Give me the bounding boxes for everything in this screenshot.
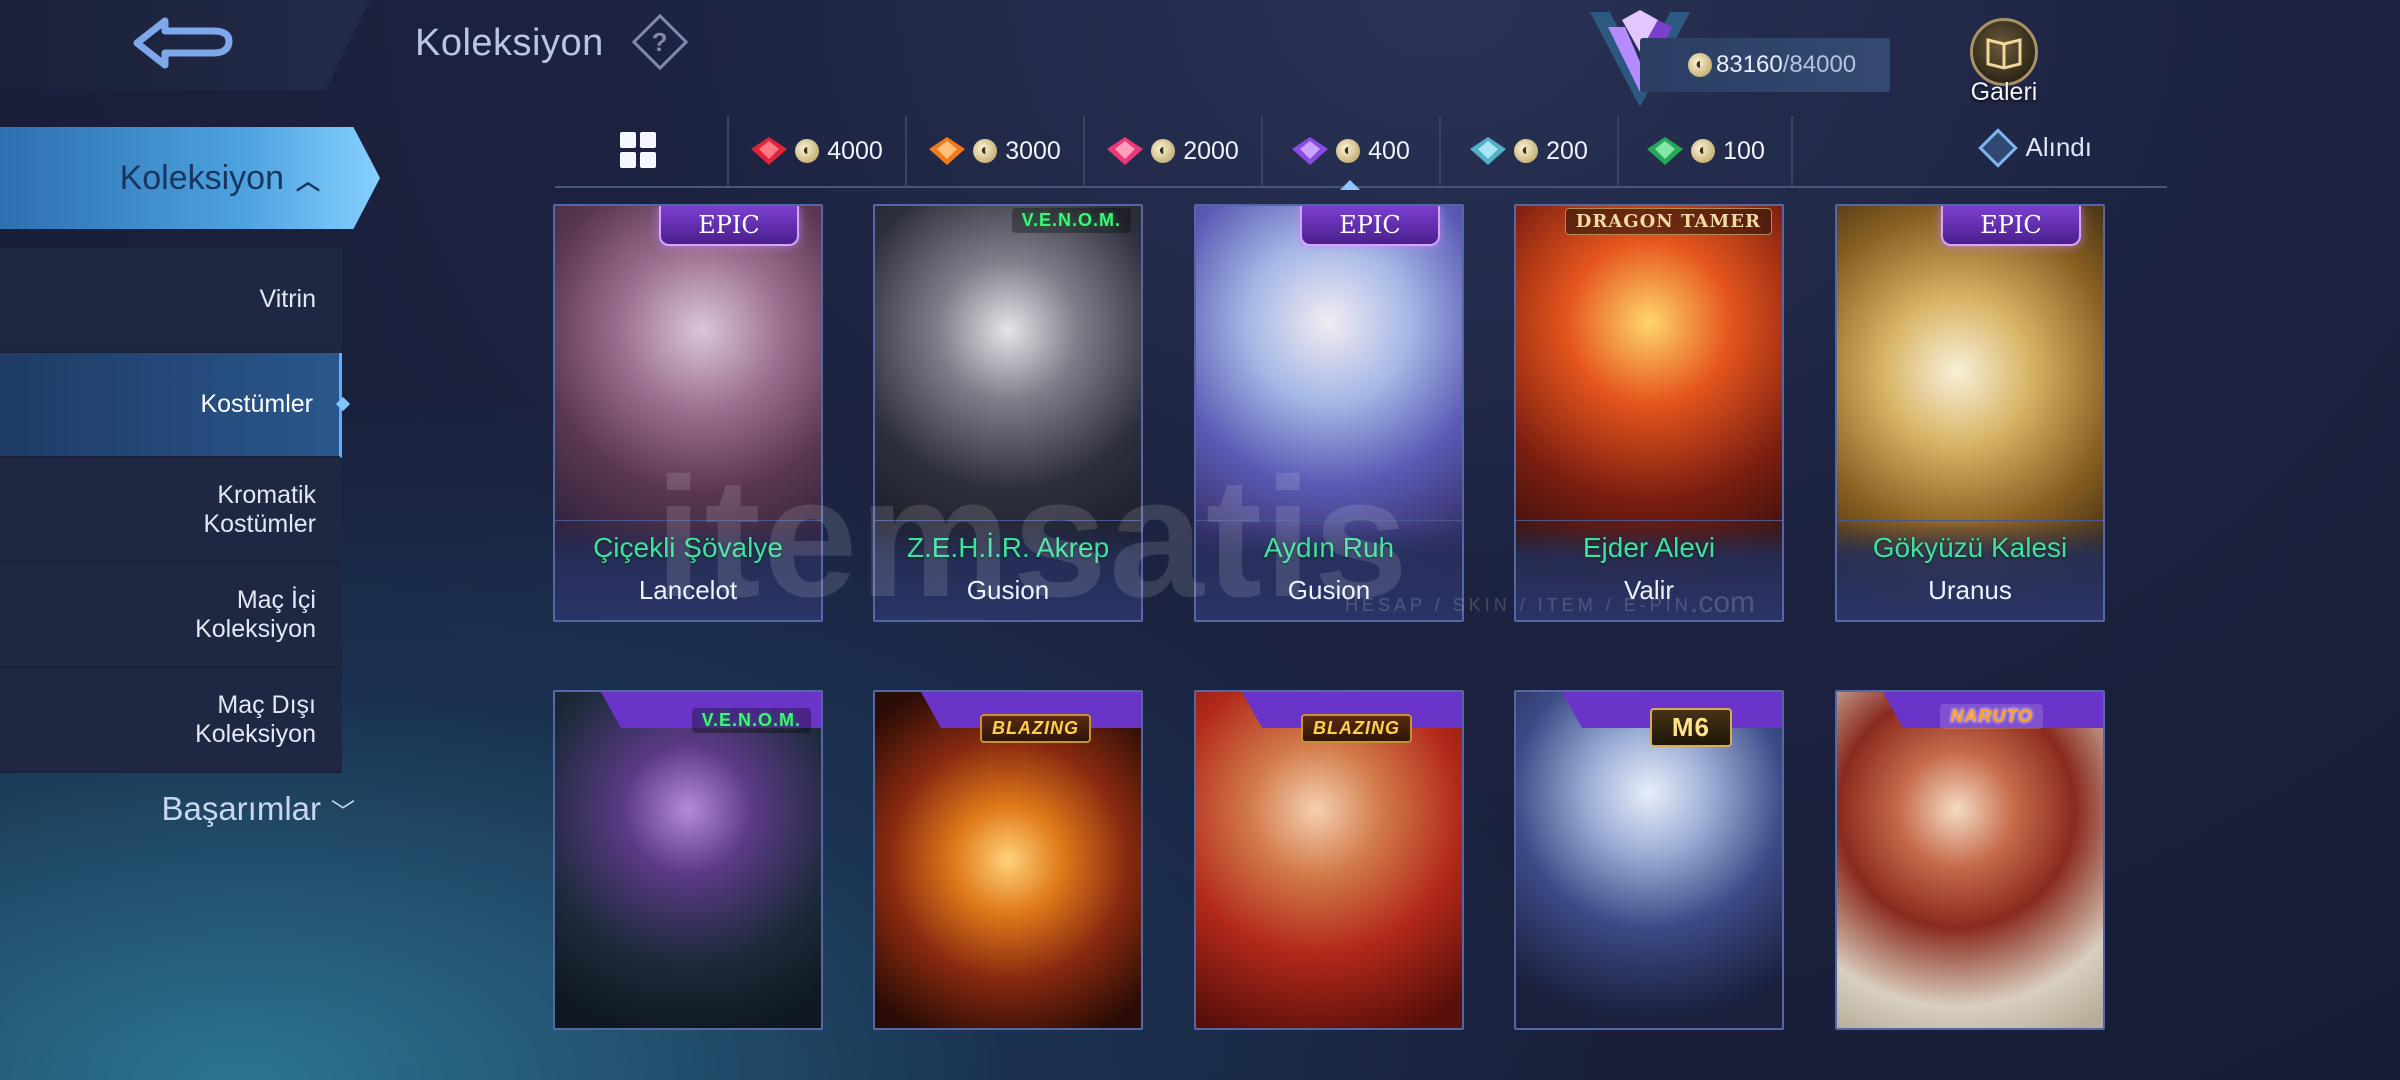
watermark-domain: .com — [1690, 586, 1756, 619]
green-gem-icon — [1647, 137, 1684, 165]
skin-name: Aydın Ruh — [1263, 532, 1395, 563]
chevron-down-icon: ﹀ — [331, 799, 355, 826]
hero-name: Gusion — [1287, 575, 1371, 605]
skin-card[interactable]: BLAZING — [1194, 690, 1464, 1030]
epic-tag: EPIC — [1300, 206, 1440, 246]
sidebar-item-kromatik-kostumler[interactable]: Kromatik Kostümler — [0, 458, 342, 563]
filter-tab-2000[interactable]: ◐ 2000 — [1083, 116, 1259, 186]
skin-card[interactable]: NARUTO — [1835, 690, 2105, 1030]
help-icon[interactable]: ? — [631, 13, 689, 71]
purple-gem-icon — [1292, 137, 1329, 165]
gallery-button[interactable]: Galeri — [1962, 18, 2046, 106]
purple-corner-ribbon — [1562, 692, 1782, 728]
venom-series-logo: V.E.N.O.M. — [1011, 208, 1131, 233]
filter-tab-3000[interactable]: ◐ 3000 — [905, 116, 1081, 186]
skin-card[interactable]: EPIC Aydın Ruh Gusion — [1194, 204, 1464, 622]
naruto-series-logo: NARUTO — [1940, 704, 2043, 729]
dragon-tamer-series-logo: DRAGON TAMER — [1564, 208, 1772, 235]
coin-icon: ◐ — [1151, 139, 1176, 163]
sidebar-header-koleksiyon[interactable]: Koleksiyon ︿ — [0, 127, 380, 229]
sidebar-menu: Vitrin Kostümler Kromatik Kostümler Maç … — [0, 248, 342, 773]
book-icon — [1970, 18, 2038, 86]
skin-name: Çiçekli Şövalye — [593, 532, 783, 563]
skin-card[interactable]: EPIC Çiçekli Şövalye Lancelot — [553, 204, 823, 622]
coin-icon: ◐ — [1514, 139, 1539, 163]
skin-artwork — [1837, 692, 2103, 1028]
back-button[interactable] — [0, 0, 370, 90]
sidebar-achievements[interactable]: Başarımlar ﹀ — [0, 790, 355, 828]
sidebar-item-mac-disi-koleksiyon[interactable]: Maç Dışı Koleksiyon — [0, 668, 342, 773]
coin-icon: ◐ — [1336, 139, 1361, 163]
skin-name: Z.E.H.İ.R. Akrep — [906, 532, 1110, 563]
back-arrow-icon — [133, 17, 233, 69]
collector-points: ◐ 83160/84000 — [1640, 38, 1890, 92]
coin-icon: ◐ — [795, 139, 820, 163]
skin-card[interactable]: V.E.N.O.M. — [553, 690, 823, 1030]
gallery-label: Galeri — [1970, 78, 2038, 106]
skin-card[interactable]: EPIC Gökyüzü Kalesi Uranus — [1835, 204, 2105, 622]
checkbox-diamond-icon — [1977, 127, 2018, 168]
coin-icon: ◐ — [973, 139, 998, 163]
skin-card[interactable]: BLAZING — [873, 690, 1143, 1030]
red-gem-icon — [751, 137, 788, 165]
skin-card[interactable]: DRAGON TAMER Ejder Alevi Valir — [1514, 204, 1784, 622]
points-max: /84000 — [1782, 51, 1857, 78]
sidebar-item-vitrin[interactable]: Vitrin — [0, 248, 342, 353]
page-title: Koleksiyon — [415, 22, 604, 64]
skin-artwork — [555, 692, 821, 1028]
skin-card[interactable]: M6 — [1514, 690, 1784, 1030]
coin-icon: ◐ — [1691, 139, 1716, 163]
collection-point-icon: ◐ — [1688, 53, 1712, 77]
skin-name: Ejder Alevi — [1582, 532, 1716, 563]
skin-card[interactable]: V.E.N.O.M. Z.E.H.İ.R. Akrep Gusion — [873, 204, 1143, 622]
pink-gem-icon — [1107, 137, 1144, 165]
orange-gem-icon — [929, 137, 966, 165]
teal-gem-icon — [1470, 137, 1507, 165]
owned-filter[interactable]: Alındı — [1977, 127, 2092, 168]
filter-tab-100[interactable]: ◐ 100 — [1617, 116, 1793, 186]
sidebar-item-mac-ici-koleksiyon[interactable]: Maç İçi Koleksiyon — [0, 563, 342, 668]
rarity-filter-bar: ◐ 4000 ◐ 3000 ◐ 2000 ◐ 400 ◐ 200 ◐ 100 Alındı — [555, 116, 2167, 190]
chevron-up-icon: ︿ — [296, 167, 320, 195]
hero-name: Lancelot — [638, 575, 738, 605]
grid-view-icon[interactable] — [620, 132, 656, 168]
points-current: 83160 — [1716, 51, 1783, 78]
hero-name: Gusion — [966, 575, 1050, 605]
blazing-series-logo: BLAZING — [980, 714, 1091, 743]
filter-tab-200[interactable]: ◐ 200 — [1439, 116, 1615, 186]
filter-tab-400[interactable]: ◐ 400 — [1261, 116, 1437, 190]
venom-series-logo: V.E.N.O.M. — [691, 708, 811, 733]
hero-name: Uranus — [1928, 575, 2012, 605]
epic-tag: EPIC — [1941, 206, 2081, 246]
sidebar-item-kostumler[interactable]: Kostümler — [0, 353, 342, 458]
epic-tag: EPIC — [659, 206, 799, 246]
filter-tab-4000[interactable]: ◐ 4000 — [727, 116, 903, 186]
m6-series-logo: M6 — [1649, 708, 1732, 747]
blazing-series-logo: BLAZING — [1301, 714, 1412, 743]
skin-name: Gökyüzü Kalesi — [1872, 532, 2068, 563]
